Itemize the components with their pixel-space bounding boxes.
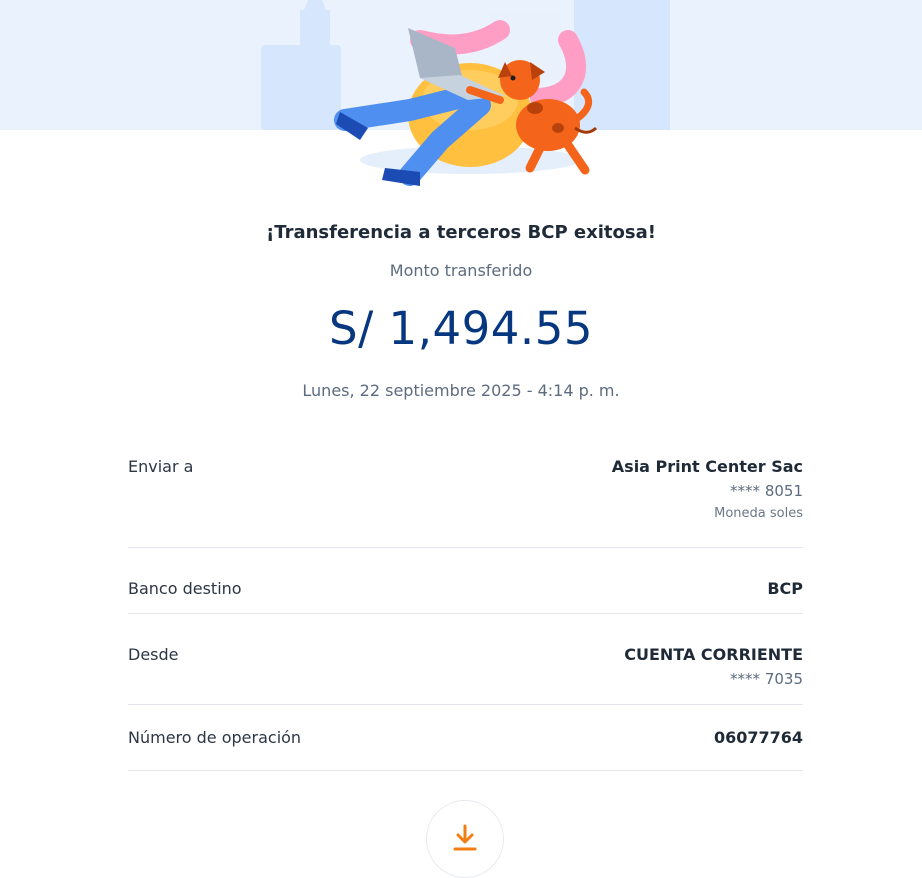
download-button[interactable] bbox=[426, 800, 504, 878]
operation-number: 06077764 bbox=[713, 728, 803, 747]
from-value: CUENTA CORRIENTE **** 7035 bbox=[624, 645, 803, 704]
from-account-type: CUENTA CORRIENTE bbox=[624, 645, 803, 664]
recipient-currency: Moneda soles bbox=[714, 506, 803, 521]
detail-row-from: Desde CUENTA CORRIENTE **** 7035 bbox=[128, 614, 803, 705]
download-icon bbox=[453, 824, 477, 851]
transfer-datetime: Lunes, 22 septiembre 2025 - 4:14 p. m. bbox=[302, 381, 620, 400]
bank-value: BCP bbox=[767, 579, 803, 598]
operation-label: Número de operación bbox=[128, 728, 302, 747]
detail-row-operation: Número de operación 06077764 bbox=[128, 705, 803, 771]
success-title: ¡Transferencia a terceros BCP exitosa! bbox=[266, 222, 656, 243]
send-to-value: Asia Print Center Sac **** 8051 Moneda s… bbox=[612, 457, 803, 547]
transfer-details: Enviar a Asia Print Center Sac **** 8051… bbox=[128, 440, 803, 771]
person-with-laptop-and-dog-illustration bbox=[261, 0, 670, 186]
detail-row-bank: Banco destino BCP bbox=[128, 548, 803, 614]
transfer-amount: S/ 1,494.55 bbox=[329, 302, 593, 355]
recipient-name: Asia Print Center Sac bbox=[611, 457, 803, 476]
hero-illustration-area bbox=[0, 0, 922, 200]
from-account: **** 7035 bbox=[730, 670, 803, 688]
detail-row-send-to: Enviar a Asia Print Center Sac **** 8051… bbox=[128, 440, 803, 548]
from-label: Desde bbox=[128, 645, 179, 664]
send-to-label: Enviar a bbox=[128, 457, 194, 476]
bank-label: Banco destino bbox=[128, 579, 242, 598]
amount-label: Monto transferido bbox=[389, 261, 533, 280]
recipient-account: **** 8051 bbox=[730, 482, 803, 500]
